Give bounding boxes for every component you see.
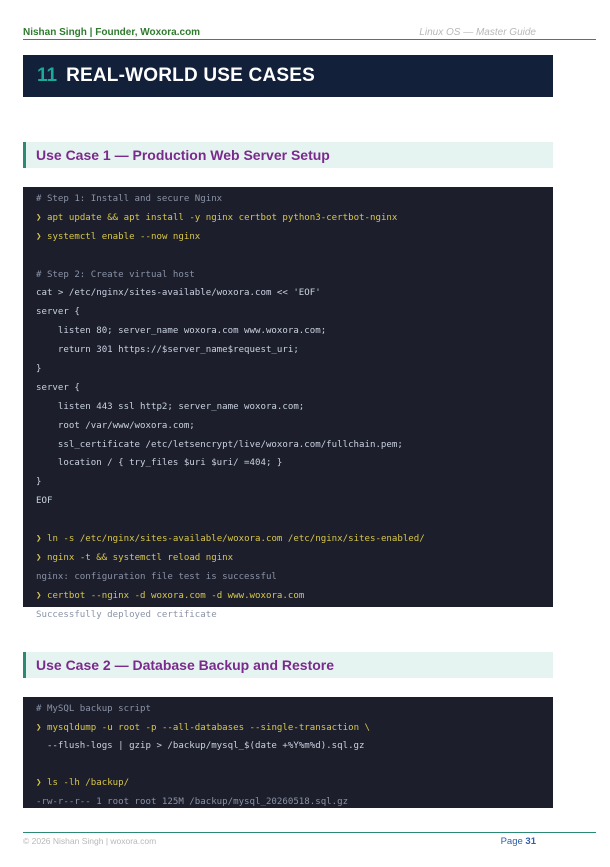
prompt-icon: ❯ <box>36 534 42 545</box>
code-line: server { <box>36 303 553 322</box>
code-text: } <box>36 477 42 488</box>
code-text: EOF <box>36 496 53 507</box>
code-line: } <box>36 473 553 492</box>
use-case-2-heading: Use Case 2 — Database Backup and Restore <box>23 652 553 678</box>
code-line: ❯ certbot --nginx -d woxora.com -d www.w… <box>36 587 553 606</box>
code-text: } <box>36 364 42 375</box>
code-line: EOF <box>36 492 553 511</box>
code-text: server { <box>36 382 80 393</box>
code-line: --flush-logs | gzip > /backup/mysql_$(da… <box>36 737 553 756</box>
prompt-icon: ❯ <box>36 212 42 223</box>
code-line: location / { try_files $uri $uri/ =404; … <box>36 454 553 473</box>
code-line: return 301 https://$server_name$request_… <box>36 341 553 360</box>
guide-title: Linux OS — Master Guide <box>419 27 536 38</box>
code-line: ❯ mysqldump -u root -p --all-databases -… <box>36 719 553 738</box>
code-line: cat > /etc/nginx/sites-available/woxora.… <box>36 284 553 303</box>
code-text: server { <box>36 307 80 318</box>
code-text: listen 443 ssl http2; server_name woxora… <box>36 401 305 412</box>
code-line: # Step 2: Create virtual host <box>36 266 553 285</box>
code-text: -rw-r--r-- 1 root root 125M /backup/mysq… <box>36 796 349 807</box>
code-block-1: # Step 1: Install and secure Nginx ❯ apt … <box>23 187 553 620</box>
page-label: Page <box>500 836 523 847</box>
prompt-icon: ❯ <box>36 722 42 733</box>
code-text: Successfully deployed certificate <box>36 609 217 620</box>
copyright: © 2026 Nishan Singh | woxora.com <box>23 836 157 846</box>
page-number: Page 31 <box>501 836 536 847</box>
code-line: ❯ systemctl enable --now nginx <box>36 228 553 247</box>
prompt-icon: ❯ <box>36 590 42 601</box>
code-text: nginx: configuration file test is succes… <box>36 571 277 582</box>
code-text: root /var/www/woxora.com; <box>36 420 195 431</box>
code-line: ❯ ls -lh /backup/ <box>36 774 553 793</box>
code-line: ❯ apt update && apt install -y nginx cer… <box>36 209 553 228</box>
code-text: nginx -t && systemctl reload nginx <box>46 552 234 563</box>
code-text: mysqldump -u root -p --all-databases --s… <box>46 722 370 733</box>
code-line: ❯ nginx -t && systemctl reload nginx <box>36 549 553 568</box>
code-line: ssl_certificate /etc/letsencrypt/live/wo… <box>36 436 553 455</box>
code-block-2: # MySQL backup script ❯ mysqldump -u root… <box>23 697 553 808</box>
code-line: Successfully deployed certificate <box>36 606 553 625</box>
code-line: } <box>36 360 553 379</box>
page-header: Nishan Singh | Founder, Woxora.com Linux… <box>23 27 596 40</box>
code-text: # Step 2: Create virtual host <box>36 269 195 280</box>
code-text: ln -s /etc/nginx/sites-available/woxora.… <box>46 534 425 545</box>
use-case-1-heading: Use Case 1 — Production Web Server Setup <box>23 142 553 168</box>
code-line: ❯ ln -s /etc/nginx/sites-available/woxor… <box>36 530 553 549</box>
code-text: systemctl enable --now nginx <box>46 231 201 242</box>
code-text: return 301 https://$server_name$request_… <box>36 345 299 356</box>
code-text: ls -lh /backup/ <box>46 778 130 789</box>
section-number: 11 <box>37 65 58 86</box>
code-line: # MySQL backup script <box>36 700 553 719</box>
code-line: server { <box>36 379 553 398</box>
code-text: # Step 1: Install and secure Nginx <box>36 194 223 204</box>
prompt-icon: ❯ <box>36 231 42 242</box>
code-text: listen 80; server_name woxora.com www.wo… <box>36 326 327 337</box>
code-text: # MySQL backup script <box>36 704 151 714</box>
code-line: nginx: configuration file test is succes… <box>36 568 553 587</box>
author-label: Nishan Singh | Founder, Woxora.com <box>23 27 201 38</box>
section-banner: 11 REAL-WORLD USE CASES <box>23 55 553 97</box>
page-footer: © 2026 Nishan Singh | woxora.com Page 31 <box>23 832 596 847</box>
code-line: listen 443 ssl http2; server_name woxora… <box>36 398 553 417</box>
section-title: REAL-WORLD USE CASES <box>66 65 315 86</box>
code-line: # Step 1: Install and secure Nginx <box>36 190 553 209</box>
page-number-value: 31 <box>525 836 536 847</box>
code-text: ssl_certificate /etc/letsencrypt/live/wo… <box>36 439 403 450</box>
code-line: -rw-r--r-- 1 root root 125M /backup/mysq… <box>36 793 553 812</box>
prompt-icon: ❯ <box>36 552 42 563</box>
code-line: listen 80; server_name woxora.com www.wo… <box>36 322 553 341</box>
code-text: --flush-logs | gzip > /backup/mysql_$(da… <box>36 741 365 752</box>
code-text: location / { try_files $uri $uri/ =404; … <box>36 458 283 469</box>
code-text: cat > /etc/nginx/sites-available/woxora.… <box>36 288 321 299</box>
code-text: apt update && apt install -y nginx certb… <box>46 212 398 223</box>
code-line: root /var/www/woxora.com; <box>36 417 553 436</box>
code-text: certbot --nginx -d woxora.com -d www.wox… <box>46 590 305 601</box>
prompt-icon: ❯ <box>36 778 42 789</box>
